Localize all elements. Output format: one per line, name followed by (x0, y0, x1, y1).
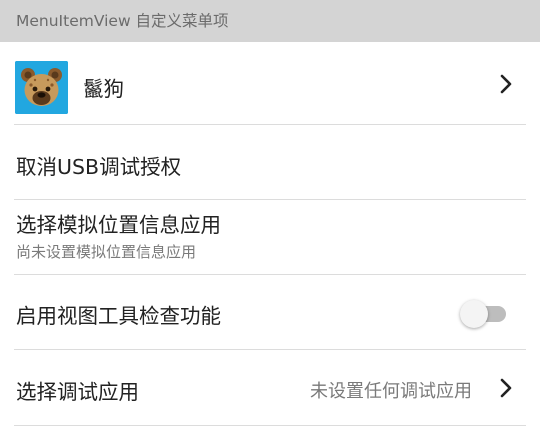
menu-item-title: 启用视图工具检查功能 (16, 304, 221, 328)
menu-item-title: 选择调试应用 (16, 380, 139, 404)
chevron-right-icon (500, 378, 512, 398)
hyena-avatar-icon (15, 61, 68, 114)
view-inspection-toggle[interactable] (460, 300, 508, 328)
toggle-thumb (460, 300, 488, 328)
menu-item-mock-location[interactable]: 选择模拟位置信息应用 尚未设置模拟位置信息应用 (0, 200, 540, 274)
menu-item-view-inspection[interactable]: 启用视图工具检查功能 (0, 275, 540, 349)
chevron-right-icon (500, 74, 512, 94)
menu-item-title: 取消USB调试授权 (16, 155, 182, 179)
menu-item-revoke-usb[interactable]: 取消USB调试授权 (0, 125, 540, 199)
menu-item-hyena[interactable]: 鬣狗 (0, 42, 540, 124)
settings-screen: MenuItemView 自定义菜单项 鬣狗 取消USB调试授权 选择模拟位置信… (0, 0, 540, 428)
divider (14, 425, 526, 426)
menu-item-debug-app[interactable]: 选择调试应用 未设置任何调试应用 (0, 350, 540, 426)
menu-item-value: 未设置任何调试应用 (310, 381, 472, 402)
menu-item-subtitle: 尚未设置模拟位置信息应用 (16, 243, 197, 261)
section-header: MenuItemView 自定义菜单项 (0, 0, 540, 42)
menu-item-title: 选择模拟位置信息应用 (16, 213, 221, 237)
menu-item-title: 鬣狗 (83, 77, 124, 101)
